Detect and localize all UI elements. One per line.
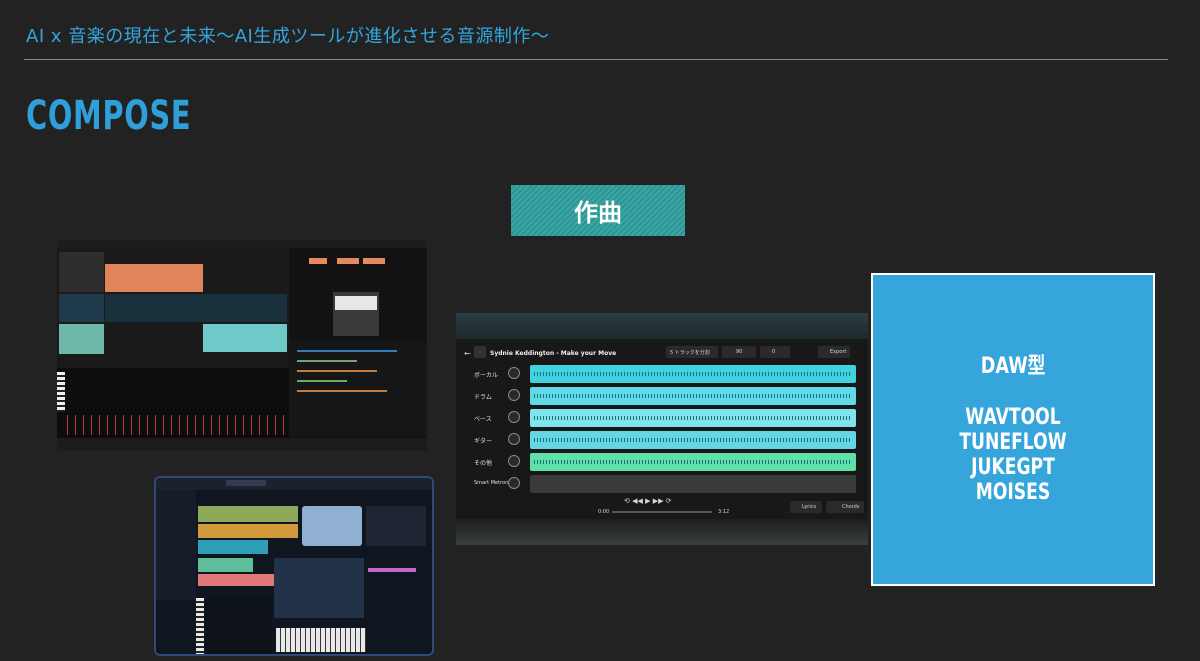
chords-button[interactable]: Chords [826, 501, 864, 513]
track-bass [530, 409, 856, 427]
lyrics-button[interactable]: Lyrics [790, 501, 822, 513]
export-button[interactable]: Export [818, 346, 850, 358]
daw-app-screenshot [154, 476, 434, 656]
daw-editor-screenshot [57, 240, 427, 451]
compose-badge: 作曲 [511, 185, 685, 236]
bpm-control[interactable]: 90 [722, 346, 756, 358]
daw-type-box: DAW型 WAVTOOL TUNEFLOW JUKEGPT MOISES [871, 273, 1155, 586]
music-note-icon [474, 346, 486, 358]
track-guitar [530, 431, 856, 449]
transport-controls[interactable]: ⟲ ◀◀ ▶ ▶▶ ⟳ [624, 497, 672, 505]
progress-bar[interactable] [612, 511, 712, 513]
header-divider [24, 59, 1168, 60]
volume-knob[interactable] [508, 411, 520, 423]
key-control[interactable]: 0 [760, 346, 790, 358]
volume-knob[interactable] [508, 367, 520, 379]
track-other [530, 453, 856, 471]
back-arrow-icon: ← [464, 349, 471, 358]
stem-player-screenshot: ← Sydnie Keddington - Make your Move 5 ト… [456, 313, 868, 545]
track-vocal [530, 365, 856, 383]
time-start: 0:00 [598, 509, 610, 515]
tool-item: TUNEFLOW [959, 430, 1067, 455]
box-title: DAW型 [980, 354, 1046, 379]
tool-item: JUKEGPT [971, 455, 1055, 480]
tool-list: WAVTOOL TUNEFLOW JUKEGPT MOISES [904, 405, 1122, 505]
stem-select[interactable]: 5 トラックを分割 [666, 346, 718, 358]
section-title: COMPOSE [26, 93, 192, 139]
track-drums [530, 387, 856, 405]
track-metronome [530, 475, 856, 493]
volume-knob[interactable] [508, 389, 520, 401]
presentation-title: AI x 音楽の現在と未来〜AI生成ツールが進化させる音源制作〜 [26, 26, 550, 47]
tool-item: MOISES [975, 480, 1051, 505]
tool-item: WAVTOOL [965, 405, 1061, 430]
volume-knob[interactable] [508, 433, 520, 445]
volume-knob[interactable] [508, 455, 520, 467]
volume-knob[interactable] [508, 477, 520, 489]
compose-badge-label: 作曲 [574, 199, 622, 227]
time-end: 3:12 [718, 509, 730, 515]
song-title: Sydnie Keddington - Make your Move [490, 350, 617, 357]
